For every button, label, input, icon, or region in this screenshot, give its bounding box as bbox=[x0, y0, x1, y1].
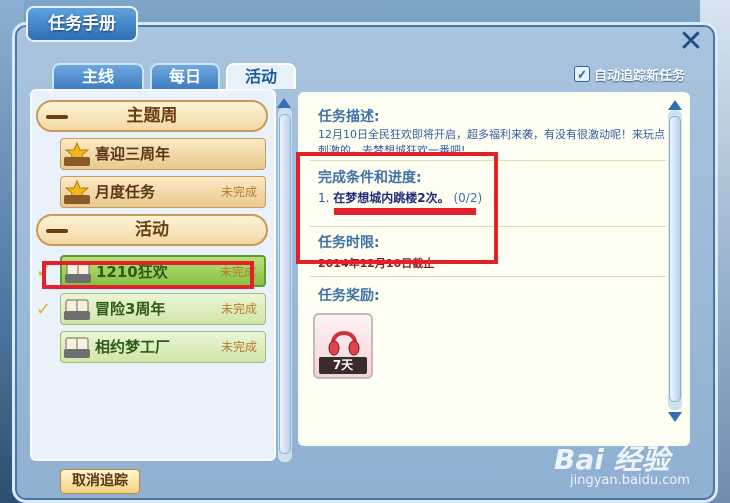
task-item-monthly[interactable]: 月度任务 未完成 bbox=[60, 176, 266, 208]
task-item-anniversary[interactable]: 喜迎三周年 bbox=[60, 138, 266, 170]
detail-scroll-thumb[interactable] bbox=[669, 116, 681, 402]
category-label: 主题周 bbox=[126, 106, 178, 126]
task-status: 未完成 bbox=[220, 302, 257, 316]
detail-scroll-down-icon[interactable] bbox=[668, 412, 682, 422]
task-list-scrollbar[interactable] bbox=[278, 108, 292, 462]
auto-track-checkbox[interactable]: ✓ bbox=[574, 66, 590, 82]
reward-item[interactable]: 7天 bbox=[313, 313, 373, 379]
window-title: 任务手册 bbox=[26, 6, 138, 42]
event-book-icon bbox=[64, 299, 90, 320]
task-name: 相约梦工厂 bbox=[95, 338, 171, 356]
highlight-box-task bbox=[42, 261, 254, 289]
task-item-adventure-3rd[interactable]: 冒险3周年 未完成 bbox=[60, 293, 266, 325]
tab-event[interactable]: 活动 bbox=[226, 63, 296, 89]
theme-week-icon bbox=[64, 180, 90, 204]
task-name: 喜迎三周年 bbox=[95, 145, 171, 163]
detail-scroll-up-icon[interactable] bbox=[668, 100, 682, 110]
task-item-dream-factory[interactable]: 相约梦工厂 未完成 bbox=[60, 331, 266, 363]
task-name: 冒险3周年 bbox=[95, 300, 166, 318]
description-title: 任务描述: bbox=[318, 109, 380, 125]
watermark-logo: Bai 经验 bbox=[554, 443, 670, 476]
tracked-check-icon: ✓ bbox=[36, 299, 52, 320]
auto-track-label: 自动追踪新任务 bbox=[594, 68, 686, 84]
headphones-icon bbox=[328, 331, 360, 356]
tab-daily[interactable]: 每日 bbox=[150, 63, 220, 89]
tab-main-quest[interactable]: 主线 bbox=[52, 63, 144, 89]
task-name: 月度任务 bbox=[95, 183, 156, 201]
divider bbox=[310, 276, 666, 277]
category-theme-week[interactable]: 主题周 bbox=[36, 100, 268, 132]
task-list-scroll-up-icon[interactable] bbox=[277, 98, 291, 108]
task-status: 未完成 bbox=[220, 340, 257, 354]
task-status: 未完成 bbox=[220, 185, 257, 199]
watermark-url: jingyan.baidu.com bbox=[570, 473, 690, 488]
close-button[interactable]: ✕ bbox=[678, 27, 704, 57]
highlight-underline bbox=[334, 208, 476, 215]
detail-scrollbar[interactable] bbox=[668, 110, 682, 410]
cancel-track-button[interactable]: 取消追踪 bbox=[60, 469, 140, 494]
reward-title: 任务奖励: bbox=[318, 288, 380, 304]
category-event[interactable]: 活动 bbox=[36, 214, 268, 246]
task-list-scroll-thumb[interactable] bbox=[279, 114, 291, 454]
theme-week-icon bbox=[64, 142, 90, 166]
category-label: 活动 bbox=[135, 220, 169, 240]
auto-track-toggle[interactable]: ✓ 自动追踪新任务 bbox=[574, 65, 686, 84]
reward-duration: 7天 bbox=[319, 357, 367, 374]
event-book-icon bbox=[64, 337, 90, 358]
